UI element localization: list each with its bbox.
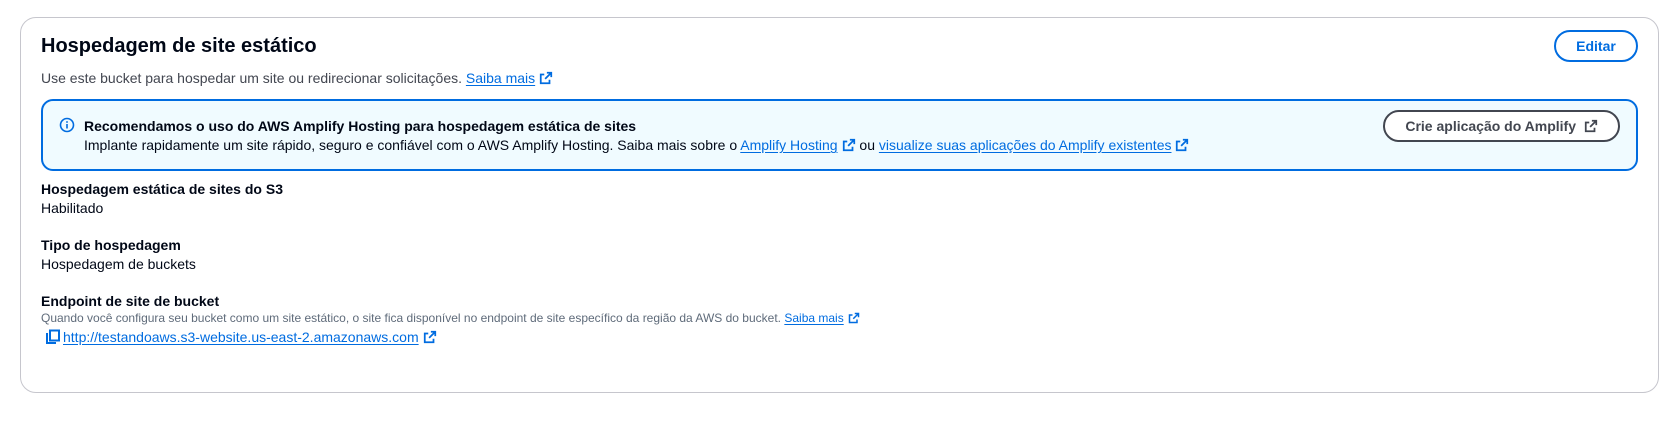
alert-body: Implante rapidamente um site rápido, seg… <box>84 135 1189 155</box>
external-link-icon <box>848 312 859 324</box>
endpoint-learn-more-label: Saiba mais <box>784 311 844 325</box>
hosting-type-value: Hospedagem de buckets <box>41 256 196 272</box>
endpoint-url-label: http://testandoaws.s3-website.us-east-2.… <box>63 329 419 345</box>
endpoint-label: Endpoint de site de bucket <box>41 293 220 309</box>
info-icon <box>59 117 75 133</box>
view-amplify-apps-label: visualize suas aplicações do Amplify exi… <box>878 137 1172 153</box>
external-link-icon <box>842 138 855 152</box>
section-title: Hospedagem de site estático <box>41 35 317 57</box>
create-amplify-app-label: Crie aplicação do Amplify <box>1405 118 1576 134</box>
description-text: Use este bucket para hospedar um site ou… <box>41 70 462 86</box>
alert-body-text: Implante rapidamente um site rápido, seg… <box>84 137 738 153</box>
amplify-info-alert: Recomendamos o uso do AWS Amplify Hostin… <box>41 99 1638 171</box>
alert-connector: ou <box>859 137 875 153</box>
s3-hosting-value: Habilitado <box>41 200 104 216</box>
learn-more-label: Saiba mais <box>465 70 536 86</box>
edit-button[interactable]: Editar <box>1554 30 1638 62</box>
create-amplify-app-button[interactable]: Crie aplicação do Amplify <box>1383 110 1620 142</box>
endpoint-url-link[interactable]: http://testandoaws.s3-website.us-east-2.… <box>63 327 437 347</box>
alert-title: Recomendamos o uso do AWS Amplify Hostin… <box>84 118 637 134</box>
endpoint-learn-more-link[interactable]: Saiba mais <box>784 311 859 325</box>
static-website-hosting-panel: Hospedagem de site estático Editar Use e… <box>20 17 1659 393</box>
copy-icon[interactable] <box>45 329 61 345</box>
amplify-hosting-label: Amplify Hosting <box>740 137 838 153</box>
learn-more-link[interactable]: Saiba mais <box>466 70 553 86</box>
section-description: Use este bucket para hospedar um site ou… <box>41 68 553 88</box>
endpoint-hint-text: Quando você configura seu bucket como um… <box>41 311 781 325</box>
external-link-icon <box>1176 138 1189 152</box>
external-link-icon <box>1584 119 1598 133</box>
endpoint-row: http://testandoaws.s3-website.us-east-2.… <box>45 327 437 347</box>
external-link-icon <box>423 330 436 344</box>
external-link-icon <box>540 71 553 85</box>
view-amplify-apps-link[interactable]: visualize suas aplicações do Amplify exi… <box>879 137 1190 153</box>
hosting-type-label: Tipo de hospedagem <box>41 237 181 253</box>
s3-hosting-label: Hospedagem estática de sites do S3 <box>41 181 283 197</box>
amplify-hosting-link[interactable]: Amplify Hosting <box>740 137 855 153</box>
endpoint-hint: Quando você configura seu bucket como um… <box>41 310 860 326</box>
